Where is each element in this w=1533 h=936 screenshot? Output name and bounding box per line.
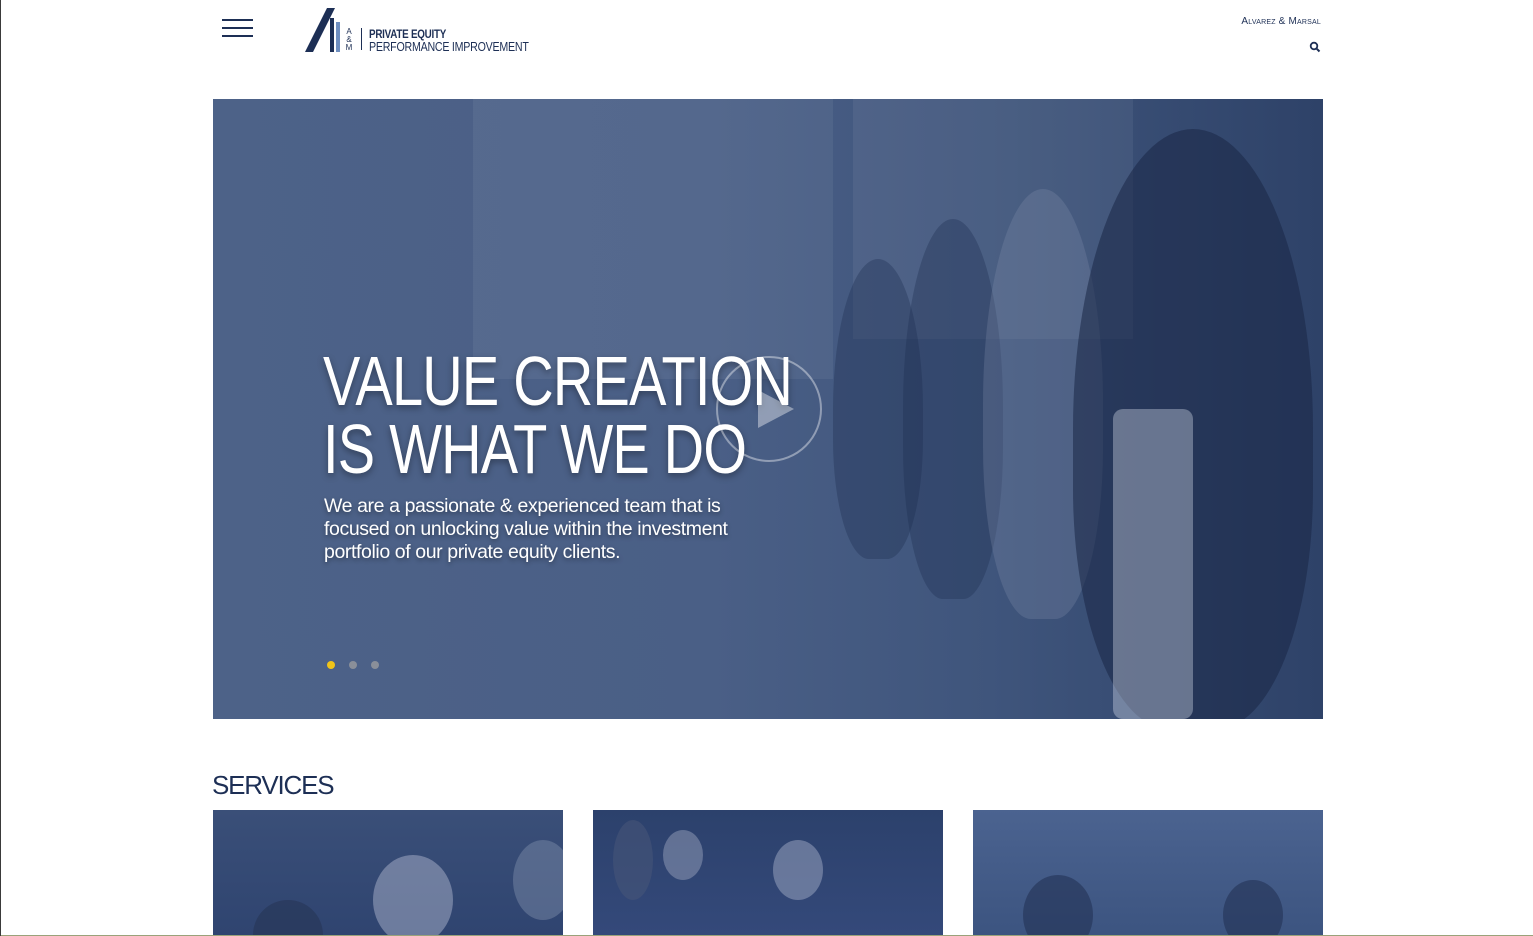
logo-mark-letters: A&M [345,27,353,52]
card-image-person [1223,880,1283,936]
logo-mark-icon [305,8,340,52]
hero-carousel: VALUE CREATION IS WHAT WE DO We are a pa… [213,99,1323,719]
card-image-person [1023,875,1093,936]
menu-button[interactable] [222,17,253,39]
service-card[interactable] [973,810,1323,936]
hero-background-window [473,99,833,379]
card-image-person [663,830,703,880]
card-image-person [773,840,823,900]
card-image-person [253,900,323,936]
carousel-dot-2[interactable] [349,661,357,669]
hero-background-person [1073,129,1313,719]
hero-background-person [1113,409,1193,719]
carousel-dot-1[interactable] [327,661,335,669]
search-button[interactable] [1309,40,1321,53]
logo-line-2: PERFORMANCE IMPROVEMENT [369,39,529,54]
hamburger-icon-bar [222,19,253,21]
logo-divider [361,28,362,50]
card-image-person [373,855,453,936]
carousel-dot-3[interactable] [371,661,379,669]
alvarez-marsal-link[interactable]: Alvarez & Marsal [1241,16,1321,27]
hamburger-icon-bar [222,27,253,29]
play-video-button[interactable] [716,356,822,462]
card-image-person [613,820,653,900]
hamburger-icon-bar [222,35,253,37]
site-logo[interactable]: A&M PRIVATE EQUITY PERFORMANCE IMPROVEME… [305,8,545,54]
services-heading: SERVICES [212,770,335,800]
service-card[interactable] [213,810,563,936]
service-card[interactable] [593,810,943,936]
hero-description: We are a passionate & experienced team t… [324,495,728,563]
card-image-person [513,840,563,920]
search-icon [1309,41,1321,53]
